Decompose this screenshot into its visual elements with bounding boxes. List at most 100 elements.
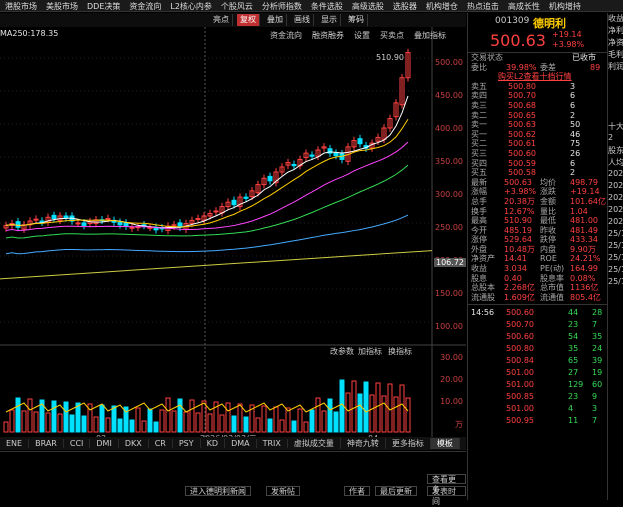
indicator-tab[interactable]: KD	[201, 439, 226, 448]
kline-chart[interactable]: 510.90022026/03/03/二04改参数加指标换指标	[0, 27, 466, 450]
menu-item[interactable]: 热点追击	[462, 0, 503, 11]
volume-bar	[285, 407, 291, 433]
indicator-tab[interactable]: 模板	[430, 438, 460, 449]
indicator-tab[interactable]: DMI	[90, 439, 119, 448]
toolbar-button[interactable]: 显示	[318, 14, 341, 26]
sell-row: 卖一 500.63 50	[468, 120, 607, 130]
stock-code: 001309	[495, 16, 530, 26]
menu-item[interactable]: 机构增仓	[421, 0, 462, 11]
volume-bar	[15, 397, 21, 433]
volume-bar	[33, 411, 39, 433]
stat-value: 101.64亿	[570, 196, 606, 206]
subtoolbar-item[interactable]: 买卖点	[380, 30, 404, 41]
indicator-tab[interactable]: DKX	[119, 439, 149, 448]
news-button[interactable]: 查看更多	[427, 474, 466, 494]
l2-row[interactable]: 购买L2查看十档行情	[468, 72, 607, 82]
menu-item[interactable]: 美股市场	[41, 0, 82, 11]
tick-row: 500.80 35 24	[468, 343, 607, 355]
volume-bar	[327, 398, 333, 433]
indicator-tab[interactable]: DMA	[225, 439, 257, 448]
stat-label: 跌停	[540, 235, 556, 245]
stat-value: 9.90万	[570, 244, 596, 254]
news-button[interactable]: 发新帖	[266, 486, 300, 496]
ma250-label: MA250:178.35	[0, 29, 59, 38]
side-label	[608, 97, 623, 109]
subtoolbar-item[interactable]: 资金流向	[270, 30, 302, 41]
news-button[interactable]: 进入德明利新闻	[185, 486, 251, 496]
news-panel: 进入德明利新闻 发新帖 作者 最后更新 发表时间 查看更多	[0, 451, 466, 506]
menu-item[interactable]: 高级选股	[347, 0, 388, 11]
toolbar-button[interactable]: 画线	[291, 14, 314, 26]
candle-body	[51, 214, 57, 220]
indicator-tab[interactable]: 更多指标	[386, 438, 431, 449]
menu-item[interactable]: 高成长性	[503, 0, 544, 11]
indicator-tab[interactable]: ENE	[0, 439, 30, 448]
menu-item[interactable]: 分析师指数	[257, 0, 306, 11]
menu-item[interactable]: 资金流向	[124, 0, 165, 11]
l2-link[interactable]: 购买L2查看十档行情	[498, 72, 572, 82]
volume-bar	[309, 409, 315, 433]
stat-label: 流通股	[471, 292, 495, 302]
volume-bar	[141, 420, 147, 433]
side-label: 25/1	[608, 253, 623, 262]
menu-item[interactable]: L2核心内参	[165, 0, 216, 11]
toolbar-button[interactable]: 叠加	[264, 14, 287, 26]
tick-volume: 23	[568, 320, 579, 330]
side-label: 净资	[608, 38, 623, 47]
volume-bar	[363, 381, 369, 433]
stat-value: 529.64	[504, 235, 532, 245]
ask-price: 500.80	[508, 81, 536, 91]
volume-bar	[69, 414, 75, 433]
stat-label: PE(动)	[540, 264, 565, 274]
volume-bar	[297, 408, 303, 433]
price-tick: 500.00	[435, 58, 463, 67]
menu-item[interactable]: 港股市场	[0, 0, 41, 11]
stat-label: 换手	[471, 206, 487, 216]
toolbar-button[interactable]: 筹码	[345, 14, 368, 26]
menu-item[interactable]: DDE决策	[82, 0, 124, 11]
stat-label: 股息率	[540, 273, 564, 283]
indicator-tab[interactable]: 神奇九转	[341, 438, 386, 449]
menu-item[interactable]: 机构增持	[544, 0, 585, 11]
candle-body	[15, 221, 21, 228]
menu-item[interactable]: 条件选股	[306, 0, 347, 11]
toolbar-button[interactable]: 复权	[237, 14, 260, 26]
subtoolbar-item[interactable]: 设置	[354, 30, 370, 41]
volume-bar	[405, 397, 411, 433]
news-button[interactable]: 最后更新	[375, 486, 417, 496]
sell-row: 卖三 500.68 6	[468, 101, 607, 111]
side-label: 25/1	[608, 265, 623, 274]
tick-price: 500.84	[506, 356, 534, 366]
stat-value: 1.04	[570, 206, 588, 216]
stat-label: 均价	[540, 177, 556, 187]
stat-label: 涨停	[471, 235, 487, 245]
indicator-tab[interactable]: 虚拟成交量	[288, 438, 341, 449]
news-button[interactable]: 作者	[344, 486, 370, 496]
menu-item[interactable]: 个股风云	[216, 0, 257, 11]
last-price-tag: 106.72	[434, 258, 466, 267]
menu-item[interactable]: 选股器	[388, 0, 421, 11]
stat-label: 最低	[540, 216, 556, 226]
toolbar-button[interactable]: 亮点	[210, 14, 233, 26]
stat-value: 14.41	[504, 254, 527, 264]
candle-body	[123, 222, 129, 227]
indicator-tab[interactable]: BRAR	[29, 439, 64, 448]
ask-label: 卖一	[471, 120, 487, 130]
tick-price: 500.60	[506, 308, 534, 318]
stat-value: 0.08%	[570, 273, 596, 283]
stat-value: 498.79	[570, 177, 598, 187]
side-label: 2025	[608, 217, 623, 226]
subtoolbar-item[interactable]: 融资融券	[312, 30, 344, 41]
indicator-tab[interactable]: CR	[149, 439, 173, 448]
volume-bar	[99, 404, 105, 433]
indicator-tab[interactable]: PSY	[173, 439, 201, 448]
side-label: 2	[608, 133, 614, 142]
tick-price: 500.85	[506, 392, 534, 402]
indicator-tab[interactable]: TRIX	[257, 439, 288, 448]
ask-price: 500.70	[508, 91, 536, 101]
indicator-tab[interactable]: CCI	[64, 439, 91, 448]
volume-toolbar-item: 换指标	[388, 346, 412, 356]
ma250-line	[0, 250, 433, 280]
tick-price: 501.00	[506, 404, 534, 414]
ask-volume: 6	[570, 100, 576, 110]
